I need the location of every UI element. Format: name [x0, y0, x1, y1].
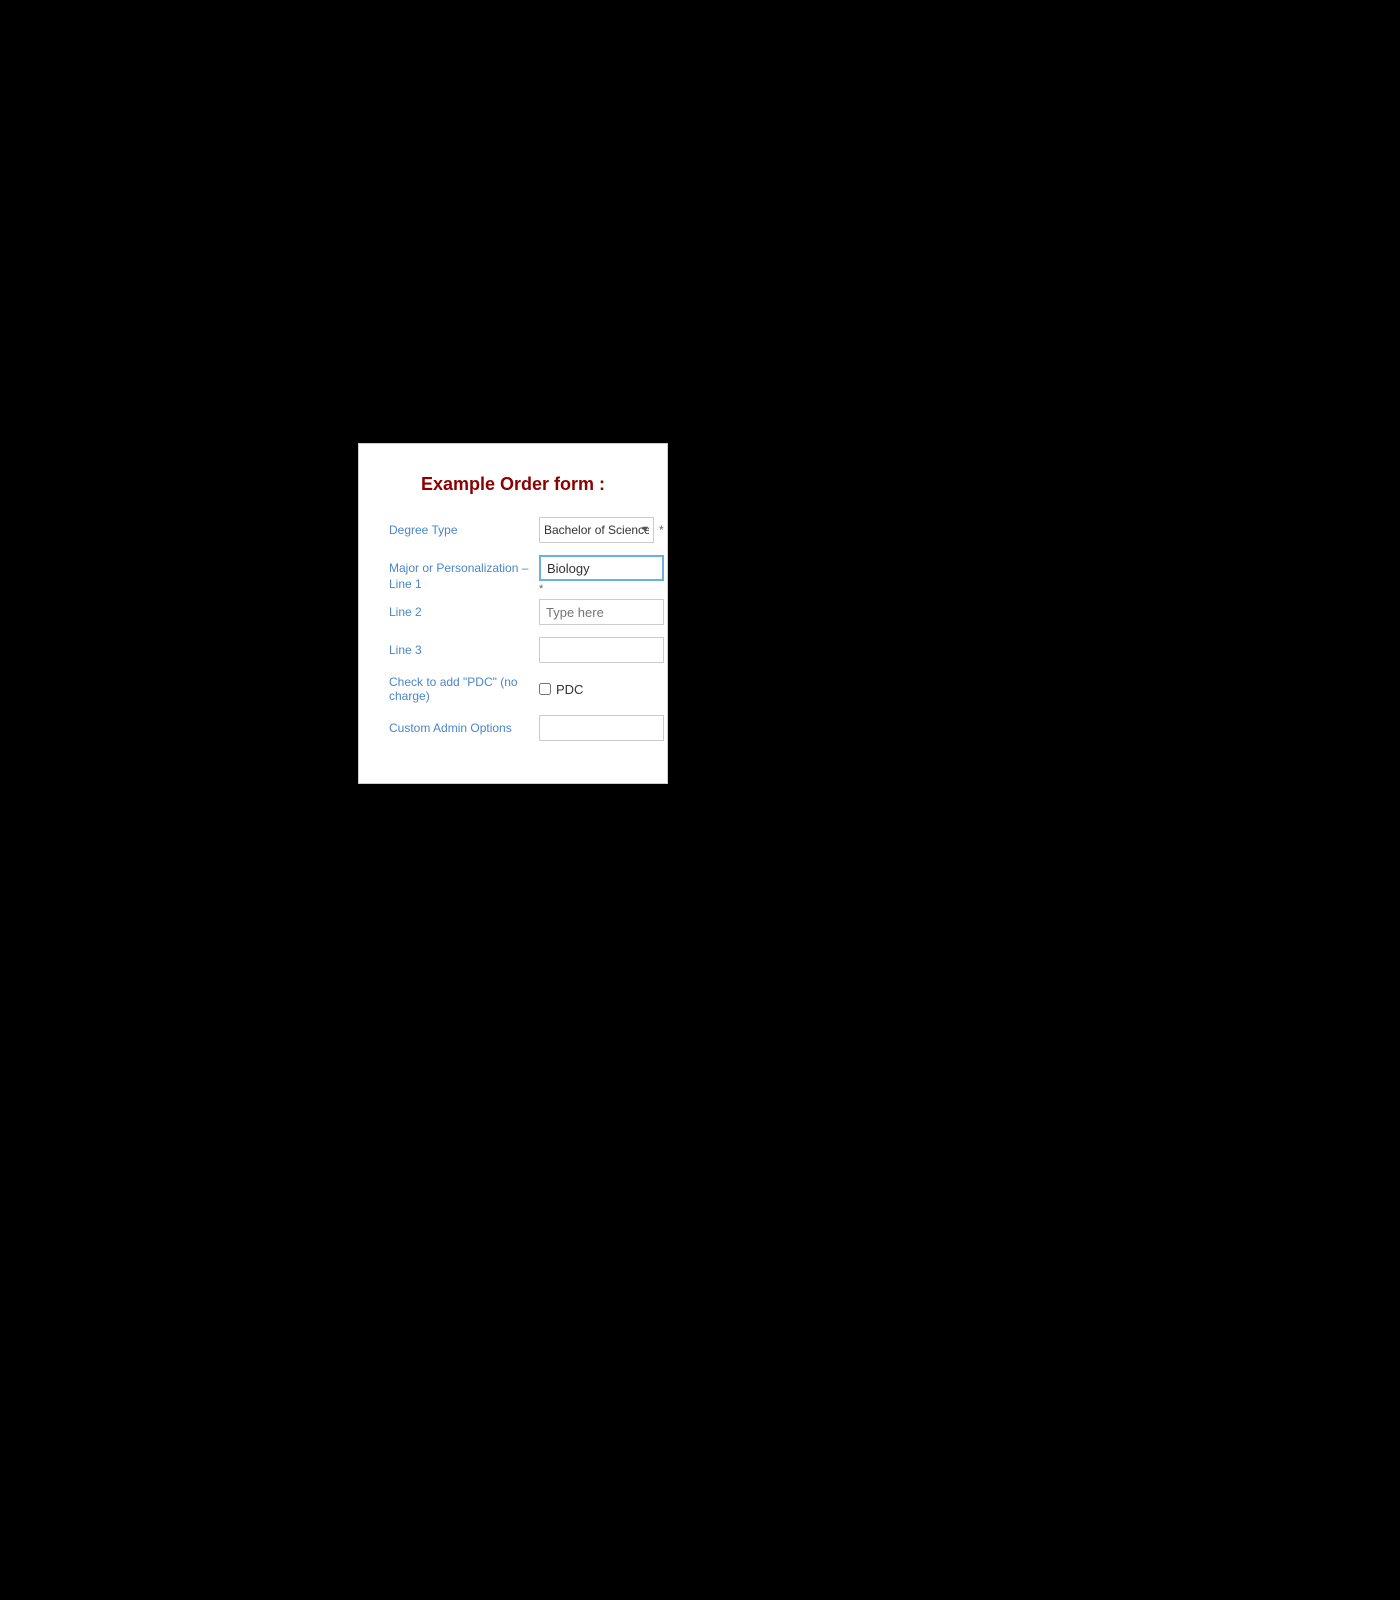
line2-label: Line 2 — [389, 599, 539, 621]
major-line1-field: * — [539, 555, 664, 595]
line3-label: Line 3 — [389, 637, 539, 659]
degree-type-select-wrapper: Bachelor of Science Master of Science Ba… — [539, 517, 654, 543]
line2-input[interactable] — [539, 599, 664, 625]
degree-type-select[interactable]: Bachelor of Science Master of Science Ba… — [539, 517, 654, 543]
major-required-star: * — [539, 583, 664, 595]
degree-required-star: * — [659, 523, 664, 537]
custom-admin-row: Custom Admin Options — [389, 715, 637, 741]
line3-input[interactable] — [539, 637, 664, 663]
line3-field — [539, 637, 664, 663]
major-line1-input[interactable] — [539, 555, 664, 581]
order-form: Example Order form : Degree Type Bachelo… — [358, 443, 668, 784]
custom-admin-label: Custom Admin Options — [389, 715, 539, 737]
form-title: Example Order form : — [389, 474, 637, 495]
custom-admin-input[interactable] — [539, 715, 664, 741]
line2-row: Line 2 — [389, 599, 637, 625]
major-line1-label: Major or Personalization – Line 1 — [389, 555, 539, 592]
pdc-checkbox-label: PDC — [556, 682, 583, 697]
line2-field — [539, 599, 664, 625]
pdc-label: Check to add "PDC" (no charge) — [389, 675, 539, 703]
degree-type-row: Degree Type Bachelor of Science Master o… — [389, 517, 637, 543]
pdc-checkbox[interactable] — [539, 683, 551, 695]
custom-admin-field — [539, 715, 664, 741]
line3-row: Line 3 — [389, 637, 637, 663]
major-line1-row: Major or Personalization – Line 1 * — [389, 555, 637, 595]
pdc-checkbox-wrapper: PDC — [539, 682, 583, 697]
pdc-row: Check to add "PDC" (no charge) PDC — [389, 675, 637, 703]
degree-type-label: Degree Type — [389, 523, 539, 537]
